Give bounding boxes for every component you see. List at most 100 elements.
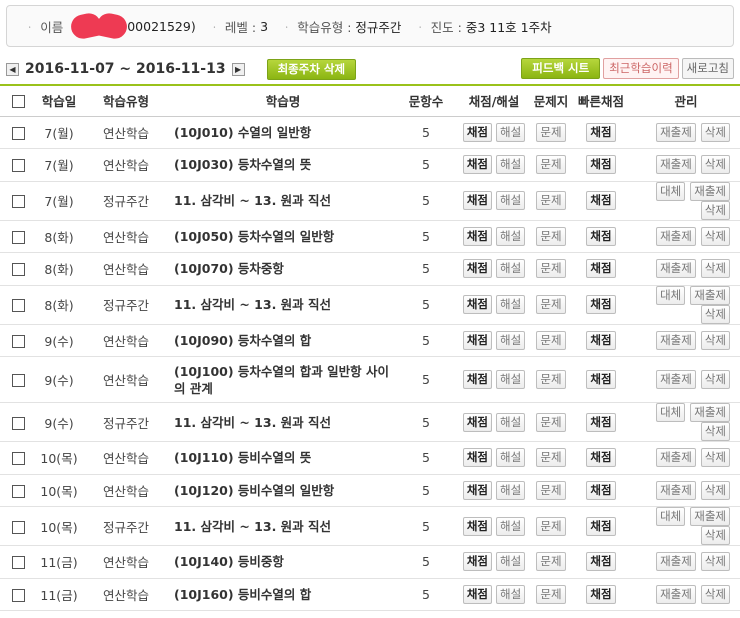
replace-button[interactable]: 대체 xyxy=(656,181,686,201)
row-checkbox[interactable] xyxy=(11,452,25,466)
problem-button[interactable]: 문제 xyxy=(536,448,566,468)
fast-grade-button[interactable]: 채점 xyxy=(586,370,616,389)
delete-button[interactable]: 삭제 xyxy=(700,480,730,500)
delete-button[interactable]: 삭제 xyxy=(700,330,730,350)
row-checkbox[interactable] xyxy=(11,334,25,348)
fast-grade-button[interactable]: 채점 xyxy=(586,448,616,468)
explain-button[interactable]: 해설 xyxy=(495,584,526,604)
problem-button[interactable]: 문제 xyxy=(536,122,566,142)
problem-button[interactable]: 문제 xyxy=(536,516,566,536)
delete-button[interactable]: 삭제 xyxy=(700,259,730,279)
fast-grade-button[interactable]: 채점 xyxy=(586,330,616,350)
fast-grade-button[interactable]: 채점 xyxy=(586,295,616,314)
resubmit-button[interactable]: 재출제 xyxy=(656,584,696,604)
grade-button[interactable]: 채점 xyxy=(462,226,492,246)
grade-button[interactable]: 채점 xyxy=(462,552,492,572)
resubmit-button[interactable]: 재출제 xyxy=(656,552,696,572)
explain-button[interactable]: 해설 xyxy=(495,330,526,350)
fast-grade-button[interactable]: 채점 xyxy=(586,155,616,175)
row-checkbox[interactable] xyxy=(11,159,25,173)
problem-button[interactable]: 문제 xyxy=(536,370,566,389)
delete-button[interactable]: 삭제 xyxy=(700,422,730,441)
fast-grade-button[interactable]: 채점 xyxy=(586,259,616,279)
resubmit-button[interactable]: 재출제 xyxy=(656,480,696,500)
resubmit-button[interactable]: 재출제 xyxy=(656,370,696,389)
fast-grade-button[interactable]: 채점 xyxy=(586,480,616,500)
explain-button[interactable]: 해설 xyxy=(495,516,526,536)
explain-button[interactable]: 해설 xyxy=(495,412,526,432)
grade-button[interactable]: 채점 xyxy=(462,191,492,210)
problem-button[interactable]: 문제 xyxy=(536,155,566,175)
problem-button[interactable]: 문제 xyxy=(536,191,566,210)
row-checkbox[interactable] xyxy=(11,230,25,244)
prev-week-icon[interactable]: ◀ xyxy=(6,62,19,76)
explain-button[interactable]: 해설 xyxy=(495,448,526,468)
row-checkbox[interactable] xyxy=(11,556,25,570)
row-checkbox[interactable] xyxy=(11,195,25,208)
fast-grade-button[interactable]: 채점 xyxy=(586,226,616,246)
resubmit-button[interactable]: 재출제 xyxy=(690,403,730,422)
grade-button[interactable]: 채점 xyxy=(462,330,492,350)
grade-button[interactable]: 채점 xyxy=(462,259,492,279)
select-all-checkbox[interactable] xyxy=(11,95,25,109)
problem-button[interactable]: 문제 xyxy=(536,480,566,500)
fast-grade-button[interactable]: 채점 xyxy=(586,412,616,432)
resubmit-button[interactable]: 재출제 xyxy=(690,507,730,526)
explain-button[interactable]: 해설 xyxy=(495,226,526,246)
resubmit-button[interactable]: 재출제 xyxy=(656,226,696,246)
explain-button[interactable]: 해설 xyxy=(495,155,526,175)
row-checkbox[interactable] xyxy=(11,299,25,312)
explain-button[interactable]: 해설 xyxy=(495,259,526,279)
grade-button[interactable]: 채점 xyxy=(462,155,492,175)
fast-grade-button[interactable]: 채점 xyxy=(586,552,616,572)
row-checkbox[interactable] xyxy=(11,416,25,430)
delete-button[interactable]: 삭제 xyxy=(700,304,730,324)
fast-grade-button[interactable]: 채점 xyxy=(586,122,616,142)
problem-button[interactable]: 문제 xyxy=(536,552,566,572)
resubmit-button[interactable]: 재출제 xyxy=(656,448,696,468)
row-checkbox[interactable] xyxy=(11,126,25,140)
delete-button[interactable]: 삭제 xyxy=(700,122,730,142)
explain-button[interactable]: 해설 xyxy=(495,191,526,210)
explain-button[interactable]: 해설 xyxy=(495,552,526,572)
grade-button[interactable]: 채점 xyxy=(462,584,492,604)
row-checkbox[interactable] xyxy=(11,520,25,534)
grade-button[interactable]: 채점 xyxy=(462,370,492,389)
explain-button[interactable]: 해설 xyxy=(495,295,526,314)
replace-button[interactable]: 대체 xyxy=(656,507,686,526)
fast-grade-button[interactable]: 채점 xyxy=(586,516,616,536)
feedback-sheet-button[interactable]: 피드백 시트 xyxy=(521,58,601,79)
replace-button[interactable]: 대체 xyxy=(656,285,686,305)
delete-button[interactable]: 삭제 xyxy=(700,226,730,246)
delete-last-week-button[interactable]: 최종주차 삭제 xyxy=(266,58,357,80)
grade-button[interactable]: 채점 xyxy=(462,448,492,468)
grade-button[interactable]: 채점 xyxy=(462,516,492,536)
delete-button[interactable]: 삭제 xyxy=(700,584,730,604)
recent-history-button[interactable]: 최근학습이력 xyxy=(603,58,679,79)
resubmit-button[interactable]: 재출제 xyxy=(690,181,730,201)
delete-button[interactable]: 삭제 xyxy=(700,552,730,572)
problem-button[interactable]: 문제 xyxy=(536,295,566,314)
replace-button[interactable]: 대체 xyxy=(656,403,686,422)
row-checkbox[interactable] xyxy=(11,588,25,602)
resubmit-button[interactable]: 재출제 xyxy=(690,285,730,305)
delete-button[interactable]: 삭제 xyxy=(700,448,730,468)
problem-button[interactable]: 문제 xyxy=(536,584,566,604)
problem-button[interactable]: 문제 xyxy=(536,259,566,279)
explain-button[interactable]: 해설 xyxy=(495,122,526,142)
grade-button[interactable]: 채점 xyxy=(462,122,492,142)
problem-button[interactable]: 문제 xyxy=(536,412,566,432)
problem-button[interactable]: 문제 xyxy=(536,330,566,350)
resubmit-button[interactable]: 재출제 xyxy=(656,122,696,142)
delete-button[interactable]: 삭제 xyxy=(700,200,730,220)
delete-button[interactable]: 삭제 xyxy=(700,155,730,175)
fast-grade-button[interactable]: 채점 xyxy=(586,191,616,210)
row-checkbox[interactable] xyxy=(11,263,25,277)
explain-button[interactable]: 해설 xyxy=(495,480,526,500)
resubmit-button[interactable]: 재출제 xyxy=(656,155,696,175)
problem-button[interactable]: 문제 xyxy=(536,226,566,246)
delete-button[interactable]: 삭제 xyxy=(700,526,730,545)
grade-button[interactable]: 채점 xyxy=(462,412,492,432)
grade-button[interactable]: 채점 xyxy=(462,480,492,500)
delete-button[interactable]: 삭제 xyxy=(700,370,730,389)
